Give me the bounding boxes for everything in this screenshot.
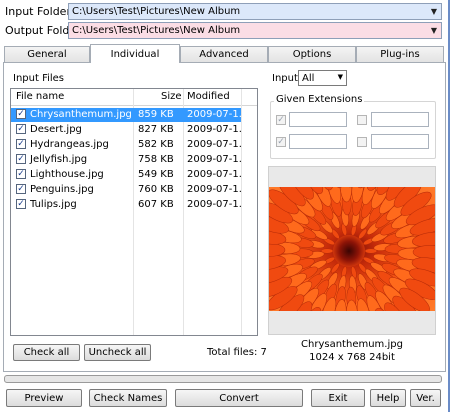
table-row[interactable]: ✓ Jellyfish.jpg 758 KB 2009-07-1... (11, 153, 248, 167)
extension-1-field[interactable] (289, 112, 347, 127)
file-name-cell: Chrysanthemum.jpg (30, 109, 132, 120)
vertical-scrollbar[interactable] (241, 107, 257, 335)
file-modified-cell: 2009-07-1... (187, 199, 249, 210)
preview-filename: Chrysanthemum.jpg (301, 339, 403, 350)
file-modified-cell: 2009-07-1... (187, 124, 249, 135)
extension-2-field[interactable] (371, 112, 429, 127)
file-size-cell: 859 KB (138, 109, 174, 120)
file-name-cell: Jellyfish.jpg (30, 154, 88, 165)
file-size-cell: 827 KB (138, 124, 174, 135)
column-size[interactable]: Size (161, 91, 182, 102)
image-preview: Chrysanthemum.jpg 1024 x 768 24bit (268, 166, 436, 363)
extension-2-checkbox[interactable] (357, 115, 367, 125)
preview-image (269, 187, 435, 311)
tab-individual[interactable]: Individual (90, 44, 180, 63)
row-checkbox[interactable]: ✓ (16, 109, 26, 119)
extension-1-checkbox[interactable]: ✓ (276, 115, 286, 125)
tab-plugins[interactable]: Plug-ins (356, 46, 444, 62)
convert-button[interactable]: Convert (175, 389, 303, 407)
help-button[interactable]: Help (370, 389, 406, 407)
table-row[interactable]: ✓ Chrysanthemum.jpg 859 KB 2009-07-1... (11, 108, 248, 122)
check-names-button[interactable]: Check Names (89, 389, 167, 407)
column-modified[interactable]: Modified (187, 91, 230, 102)
extension-4-field[interactable] (371, 134, 429, 149)
input-filter-select[interactable]: All ▼ (298, 70, 347, 86)
preview-info: 1024 x 768 24bit (309, 352, 395, 363)
table-row[interactable]: ✓ Penguins.jpg 760 KB 2009-07-1... (11, 183, 248, 197)
progress-bar (4, 375, 442, 383)
preview-button[interactable]: Preview (6, 389, 82, 407)
row-checkbox[interactable]: ✓ (16, 199, 26, 209)
extension-3-field[interactable] (289, 134, 347, 149)
total-files-label: Total files: 7 (207, 347, 267, 358)
input-folder-value: C:\Users\Test\Pictures\New Album (72, 6, 241, 17)
file-modified-cell: 2009-07-1... (187, 169, 249, 180)
exit-button[interactable]: Exit (311, 389, 365, 407)
file-name-cell: Tulips.jpg (30, 199, 77, 210)
file-list[interactable]: File name Size Modified ✓ Chrysanthemum.j… (10, 88, 258, 336)
output-folder-combo[interactable]: C:\Users\Test\Pictures\New Album ▼ (68, 22, 442, 39)
file-modified-cell: 2009-07-1... (187, 109, 249, 120)
chrysanthemum-image (269, 187, 435, 311)
table-row[interactable]: ✓ Hydrangeas.jpg 582 KB 2009-07-1... (11, 138, 248, 152)
tab-advanced[interactable]: Advanced (180, 46, 268, 62)
row-checkbox[interactable]: ✓ (16, 184, 26, 194)
given-extensions-title: Given Extensions (274, 94, 365, 105)
file-size-cell: 549 KB (138, 169, 174, 180)
chevron-down-icon[interactable]: ▼ (427, 23, 441, 38)
input-filter-value: All (302, 72, 315, 84)
input-folder-combo[interactable]: C:\Users\Test\Pictures\New Album ▼ (68, 3, 442, 20)
extension-4-checkbox[interactable] (357, 137, 367, 147)
file-name-cell: Hydrangeas.jpg (30, 139, 109, 150)
file-size-cell: 607 KB (138, 199, 174, 210)
file-size-cell: 760 KB (138, 184, 174, 195)
table-row[interactable]: ✓ Tulips.jpg 607 KB 2009-07-1... (11, 198, 248, 212)
file-modified-cell: 2009-07-1... (187, 154, 249, 165)
input-files-title: Input Files (13, 73, 65, 84)
output-folder-value: C:\Users\Test\Pictures\New Album (72, 25, 241, 36)
tab-options[interactable]: Options (268, 46, 356, 62)
extension-3-checkbox[interactable]: ✓ (276, 137, 286, 147)
tab-general[interactable]: General (4, 46, 90, 62)
table-row[interactable]: ✓ Desert.jpg 827 KB 2009-07-1... (11, 123, 248, 137)
row-checkbox[interactable]: ✓ (16, 169, 26, 179)
input-folder-label: Input Folder (5, 5, 71, 18)
file-name-cell: Desert.jpg (30, 124, 82, 135)
version-button[interactable]: Ver. (410, 389, 441, 407)
column-file-name[interactable]: File name (16, 91, 64, 102)
uncheck-all-button[interactable]: Uncheck all (84, 344, 151, 361)
file-size-cell: 758 KB (138, 154, 174, 165)
file-size-cell: 582 KB (138, 139, 174, 150)
given-extensions-group (270, 101, 436, 159)
row-checkbox[interactable]: ✓ (16, 154, 26, 164)
file-name-cell: Penguins.jpg (30, 184, 94, 195)
row-checkbox[interactable]: ✓ (16, 139, 26, 149)
check-all-button[interactable]: Check all (13, 344, 80, 361)
chevron-down-icon: ▼ (337, 73, 343, 81)
file-list-header: File name Size Modified (11, 89, 257, 106)
input-filter-label: Input (272, 73, 298, 84)
row-checkbox[interactable]: ✓ (16, 124, 26, 134)
table-row[interactable]: ✓ Lighthouse.jpg 549 KB 2009-07-1... (11, 168, 248, 182)
file-modified-cell: 2009-07-1... (187, 139, 249, 150)
file-modified-cell: 2009-07-1... (187, 184, 249, 195)
tab-bar: General Individual Advanced Options Plug… (4, 44, 444, 63)
file-name-cell: Lighthouse.jpg (30, 169, 104, 180)
chevron-down-icon[interactable]: ▼ (427, 4, 441, 19)
